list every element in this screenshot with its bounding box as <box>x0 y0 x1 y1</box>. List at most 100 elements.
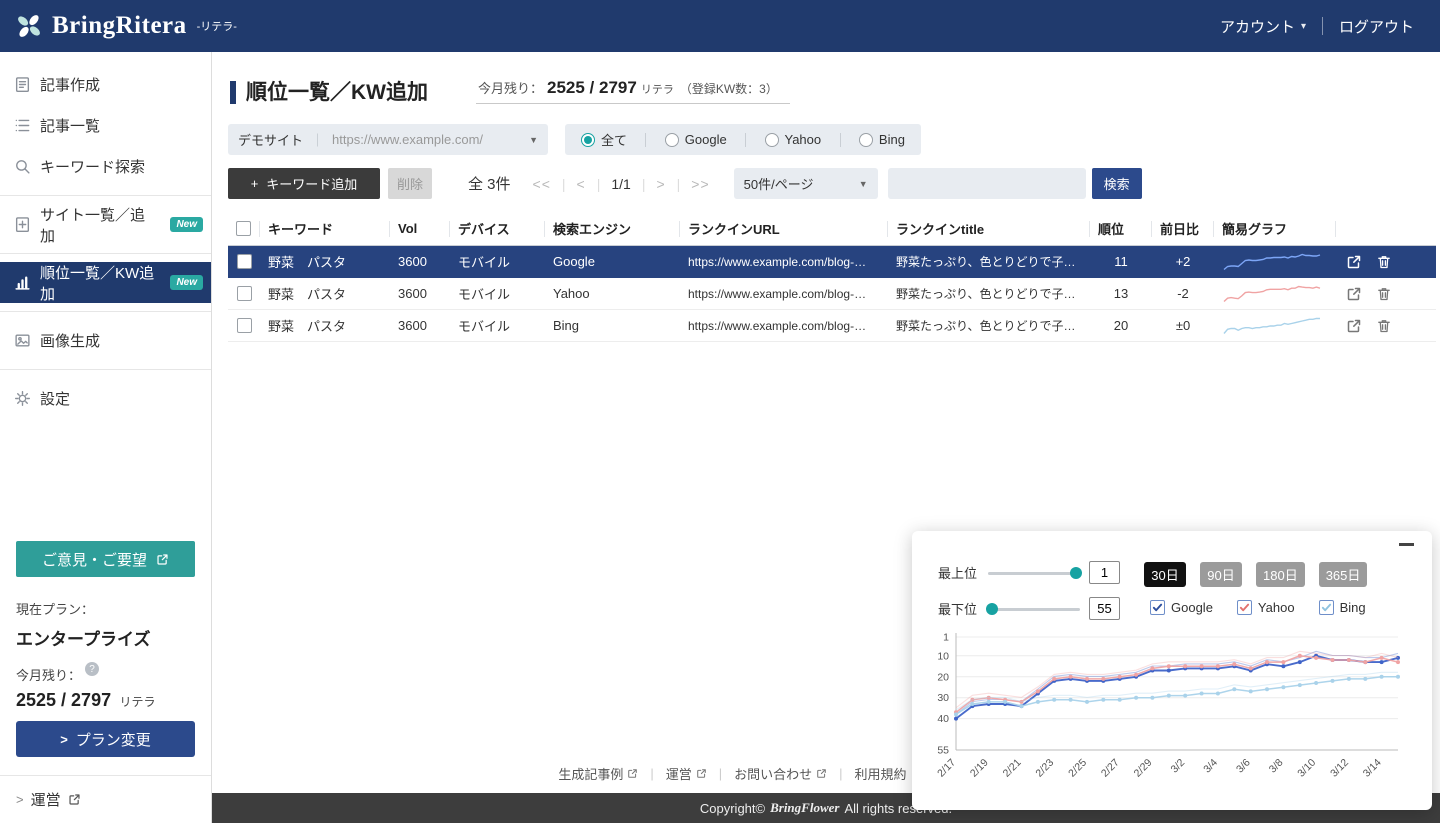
radio-icon <box>859 133 873 147</box>
feedback-button[interactable]: ご意見・ご要望 <box>16 541 195 577</box>
range-button[interactable]: 365日 <box>1319 562 1368 587</box>
toolbar: + キーワード追加 削除 全 3件 << | < | 1/1 | > | >> … <box>228 168 1440 199</box>
filter-row: デモサイト ｜ https://www.example.com/ ▼ 全て Goo… <box>228 124 1440 155</box>
table-row[interactable]: 野菜 パスタ3600モバイルYahoohttps://www.example.c… <box>228 278 1436 310</box>
slider-thumb[interactable] <box>1070 567 1082 579</box>
trash-icon[interactable] <box>1376 286 1392 302</box>
operator-link[interactable]: > 運営 <box>0 775 211 823</box>
keyword-search-icon <box>14 158 31 175</box>
series-toggle[interactable]: Yahoo <box>1237 600 1295 615</box>
radio-icon <box>765 133 779 147</box>
sidebar-item[interactable]: 画像生成 <box>0 320 211 361</box>
plan-info: 現在プラン： エンタープライズ 今月残り： ? 2525 / 2797 リテラ <box>0 599 211 711</box>
last-page-button[interactable]: >> <box>691 176 709 192</box>
account-menu[interactable]: アカウント ▾ <box>1220 16 1306 37</box>
keyword-table: キーワードVolデバイス検索エンジンランクインURLランクインtitle順位前日… <box>228 212 1436 342</box>
flower-logo-icon <box>14 11 44 41</box>
search-button[interactable]: 検索 <box>1092 168 1142 199</box>
sidebar-item[interactable]: 記事作成 <box>0 64 211 105</box>
engine-cell: Yahoo <box>545 286 680 301</box>
external-link-icon[interactable] <box>1346 286 1362 302</box>
bottom-rank-slider[interactable] <box>988 602 1080 616</box>
svg-text:20: 20 <box>937 671 949 683</box>
row-checkbox[interactable] <box>237 318 252 333</box>
sidebar: 記事作成記事一覧キーワード探索サイト一覧／追加New 順位一覧／KW追加New 画像… <box>0 52 212 823</box>
engine-filter-group: 全て Google Yahoo Bing <box>565 124 921 155</box>
checkbox-icon <box>1319 600 1334 615</box>
plan-label: 現在プラン： <box>16 599 195 618</box>
external-link-icon <box>816 768 827 779</box>
plus-icon: + <box>251 176 259 191</box>
logout-button[interactable]: ログアウト <box>1339 16 1414 37</box>
series-toggles: Google Yahoo Bing <box>1150 600 1366 615</box>
settings-icon <box>14 390 31 407</box>
next-page-button[interactable]: > <box>656 176 665 192</box>
site-selector-dropdown[interactable]: デモサイト ｜ https://www.example.com/ ▼ <box>228 124 548 155</box>
top-rank-input[interactable] <box>1089 561 1120 584</box>
engine-filter-option[interactable]: Google <box>665 132 727 147</box>
sidebar-item[interactable]: 記事一覧 <box>0 105 211 146</box>
sparkline-cell <box>1214 252 1336 272</box>
prev-page-button[interactable]: < <box>577 176 586 192</box>
footer-link[interactable]: お問い合わせ <box>734 764 827 783</box>
site-url: https://www.example.com/ <box>332 132 521 147</box>
diff-cell: +2 <box>1152 254 1214 269</box>
trash-icon[interactable] <box>1376 254 1392 270</box>
help-icon[interactable]: ? <box>85 662 99 676</box>
series-toggle[interactable]: Google <box>1150 600 1213 615</box>
row-checkbox[interactable] <box>237 286 252 301</box>
column-header: 順位 <box>1090 221 1152 237</box>
svg-text:2/29: 2/29 <box>1132 757 1155 780</box>
search-input[interactable] <box>888 168 1086 199</box>
row-actions <box>1336 254 1436 270</box>
sidebar-nav: 記事作成記事一覧キーワード探索サイト一覧／追加New 順位一覧／KW追加New 画像… <box>0 64 211 419</box>
engine-cell: Google <box>545 254 680 269</box>
sidebar-item[interactable]: 順位一覧／KW追加New <box>0 262 211 303</box>
svg-text:2/19: 2/19 <box>968 757 991 780</box>
svg-text:3/2: 3/2 <box>1169 757 1188 776</box>
title-row: 順位一覧／KW追加 今月残り： 2525 / 2797 リテラ （登録KW数：3… <box>230 78 1440 104</box>
external-link-icon <box>156 553 169 566</box>
page-title: 順位一覧／KW追加 <box>246 81 428 104</box>
checkbox-icon <box>1150 600 1165 615</box>
slider-thumb[interactable] <box>986 603 998 615</box>
divider <box>0 369 211 370</box>
trash-icon[interactable] <box>1376 318 1392 334</box>
series-toggle[interactable]: Bing <box>1319 600 1366 615</box>
first-page-button[interactable]: << <box>533 176 551 192</box>
column-header: 簡易グラフ <box>1214 221 1336 237</box>
engine-filter-option[interactable]: 全て <box>581 130 627 149</box>
footer-link[interactable]: 生成記事例 <box>558 764 638 783</box>
footer-link[interactable]: 運営 <box>666 764 707 783</box>
engine-filter-option[interactable]: Bing <box>859 132 905 147</box>
external-link-icon[interactable] <box>1346 254 1362 270</box>
top-rank-slider[interactable] <box>988 566 1080 580</box>
table-row[interactable]: 野菜 パスタ3600モバイルBinghttps://www.example.co… <box>228 310 1436 342</box>
range-button[interactable]: 180日 <box>1256 562 1305 587</box>
column-header: ランクインtitle <box>888 221 1090 237</box>
svg-text:3/6: 3/6 <box>1234 757 1253 776</box>
sidebar-item[interactable]: 設定 <box>0 378 211 419</box>
per-page-dropdown[interactable]: 50件/ページ ▼ <box>734 168 878 199</box>
sidebar-item[interactable]: サイト一覧／追加New <box>0 204 211 245</box>
diff-cell: -2 <box>1152 286 1214 301</box>
select-all-checkbox[interactable] <box>228 221 260 237</box>
plan-change-button[interactable]: > プラン変更 <box>16 721 195 757</box>
table-row[interactable]: 野菜 パスタ3600モバイルGooglehttps://www.example.… <box>228 246 1436 278</box>
sidebar-item[interactable]: キーワード探索 <box>0 146 211 187</box>
url-cell: https://www.example.com/blog-… <box>680 319 888 333</box>
site-list-icon <box>14 216 31 233</box>
svg-text:10: 10 <box>937 650 949 662</box>
external-link-icon[interactable] <box>1346 318 1362 334</box>
range-button[interactable]: 90日 <box>1200 562 1242 587</box>
row-checkbox[interactable] <box>237 254 252 269</box>
delete-button[interactable]: 削除 <box>388 168 432 199</box>
minimize-button[interactable] <box>1399 543 1414 546</box>
add-keyword-button[interactable]: + キーワード追加 <box>228 168 380 199</box>
bottom-rank-input[interactable] <box>1089 597 1120 620</box>
table-body: 野菜 パスタ3600モバイルGooglehttps://www.example.… <box>228 246 1436 342</box>
range-button[interactable]: 30日 <box>1144 562 1186 587</box>
remaining-value-row: 2525 / 2797 リテラ <box>16 690 195 711</box>
svg-text:2/21: 2/21 <box>1001 757 1024 780</box>
engine-filter-option[interactable]: Yahoo <box>765 132 822 147</box>
